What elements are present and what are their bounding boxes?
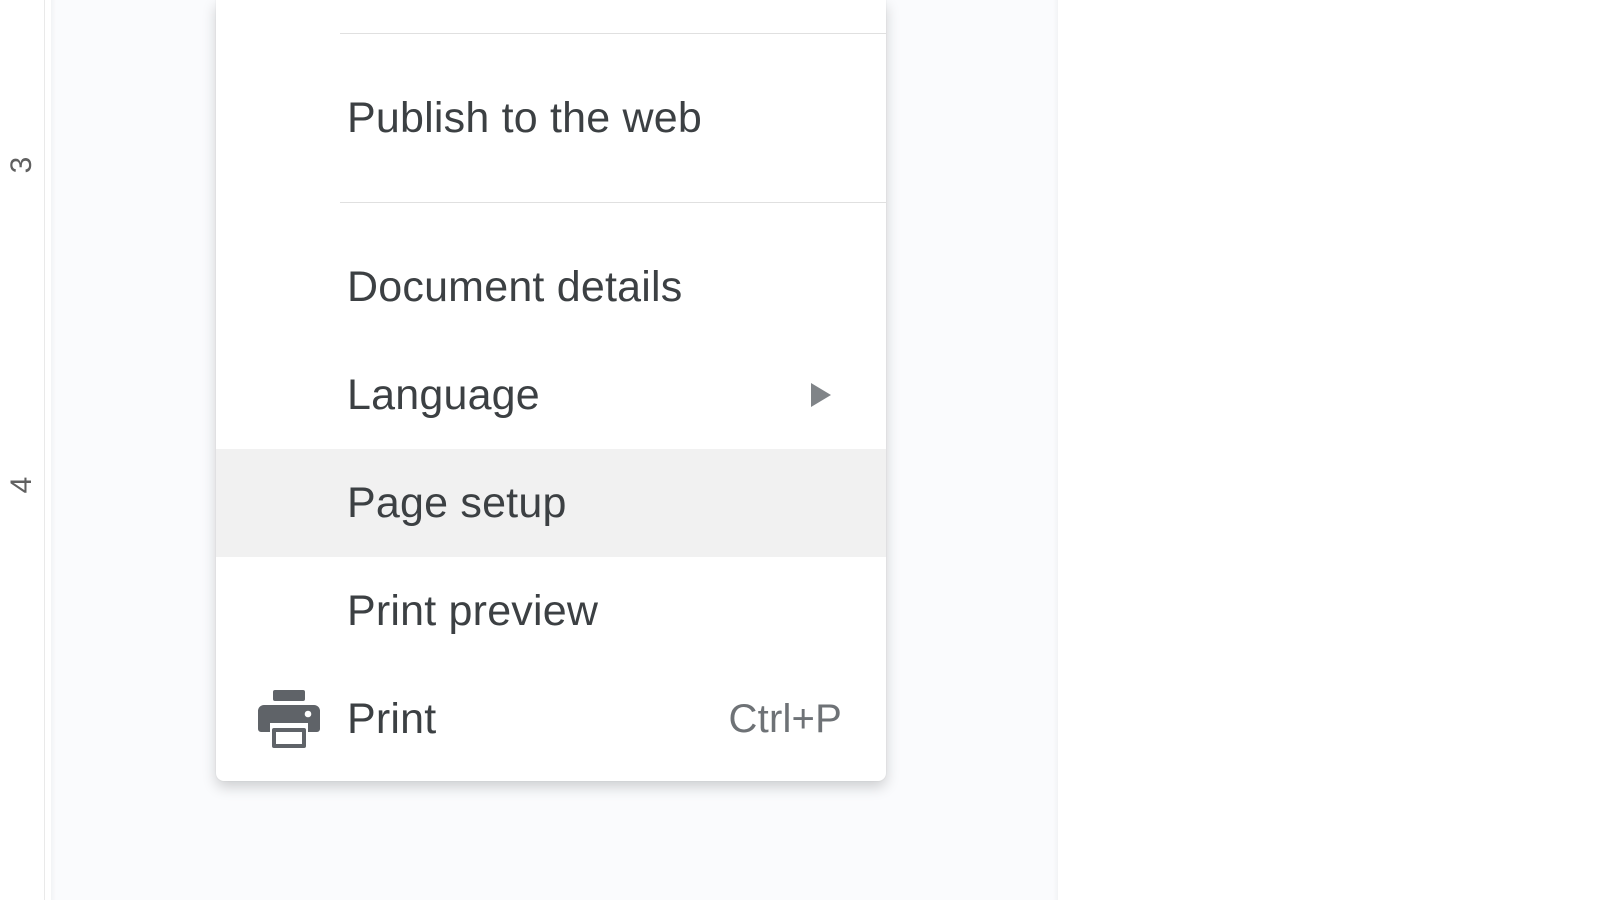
menu-item-print[interactable]: Print Ctrl+P [216, 665, 886, 773]
menu-item-label: Document details [347, 263, 842, 312]
menu-item-language[interactable]: Language [216, 341, 886, 449]
menu-item-print-preview[interactable]: Print preview [216, 557, 886, 665]
menu-item-label: Publish to the web [347, 94, 842, 143]
vertical-ruler: 3 4 [0, 0, 45, 900]
menu-item-label: Language [347, 371, 842, 420]
menu-item-label: Print preview [347, 587, 842, 636]
file-menu-dropdown: Publish to the web Document details Lang… [216, 0, 886, 781]
submenu-arrow-icon [810, 383, 832, 407]
menu-item-shortcut: Ctrl+P [729, 697, 842, 742]
menu-item-page-setup[interactable]: Page setup [216, 449, 886, 557]
menu-item-document-details[interactable]: Document details [216, 233, 886, 341]
print-icon [258, 690, 320, 748]
menu-item-publish-to-web[interactable]: Publish to the web [216, 64, 886, 172]
menu-item-label: Page setup [347, 479, 842, 528]
ruler-number-4: 4 [5, 469, 39, 501]
menu-item-label: Print [347, 695, 729, 744]
ruler-number-3: 3 [5, 149, 39, 181]
